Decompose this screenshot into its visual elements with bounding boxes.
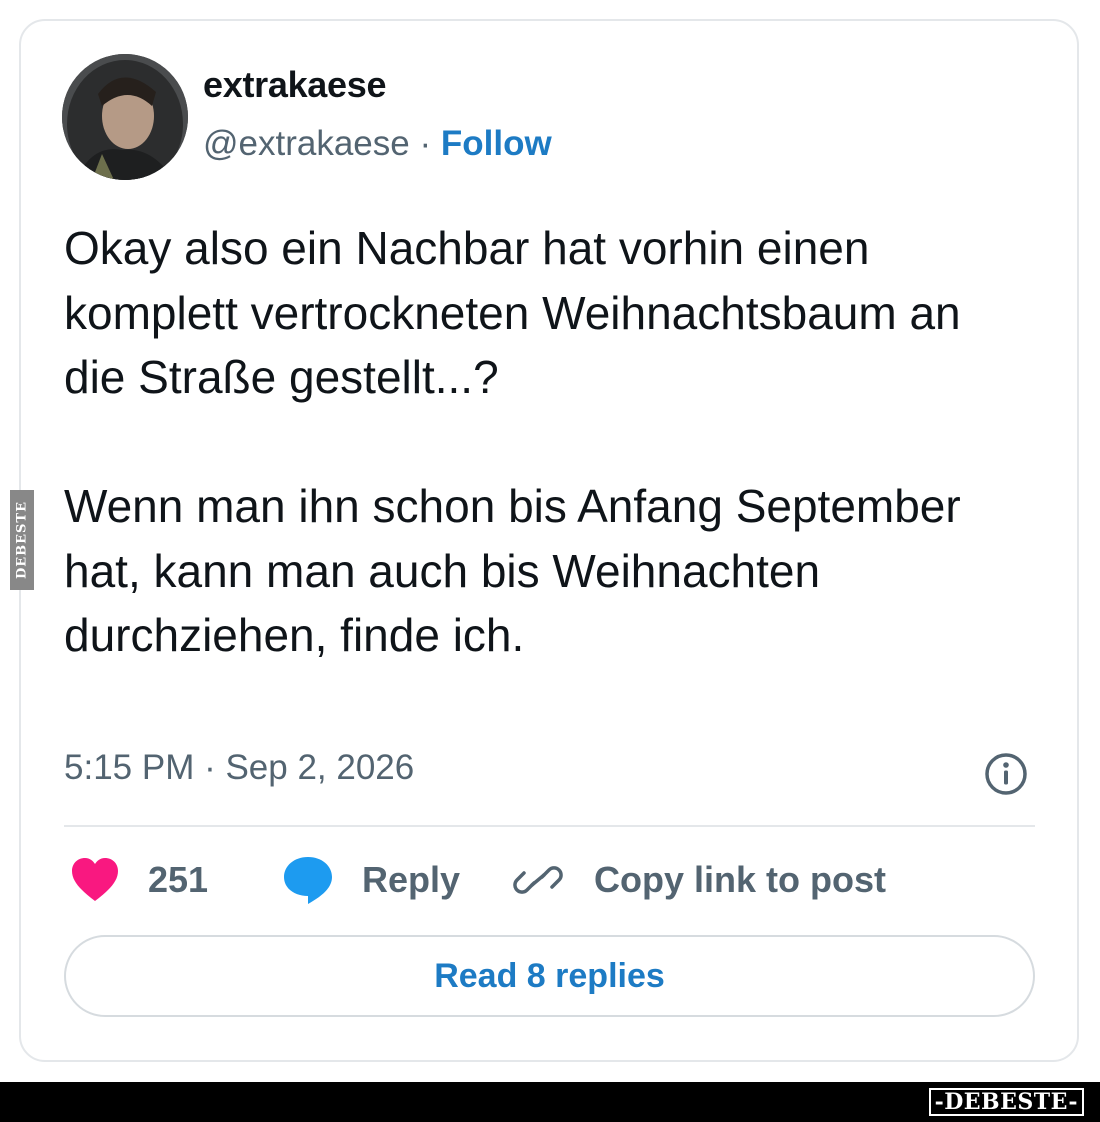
tweet-paragraph: Wenn man ihn schon bis Anfang September … [64,480,961,661]
tweet-text: Okay also ein Nachbar hat vorhin einen k… [64,216,1024,668]
like-button[interactable]: 251 [70,852,208,908]
divider [64,825,1035,827]
info-icon[interactable] [983,751,1029,797]
side-watermark: DEBESTE [10,490,34,590]
read-replies-button[interactable]: Read 8 replies [64,935,1035,1017]
handle-row: @extrakaese · Follow [203,124,552,164]
speech-bubble-icon [282,855,334,905]
copy-link-label: Copy link to post [594,859,886,900]
side-watermark-text: DEBESTE [14,500,30,580]
display-name[interactable]: extrakaese [203,64,386,106]
tweet-paragraph: Okay also ein Nachbar hat vorhin einen k… [64,222,961,403]
like-count: 251 [148,859,209,900]
avatar[interactable] [62,54,188,180]
user-handle[interactable]: @extrakaese [203,124,410,163]
copy-link-button[interactable]: Copy link to post [512,852,886,908]
follow-button[interactable]: Follow [441,124,552,163]
bottom-banner: -DEBESTE- [0,1082,1100,1122]
handle-separator: · [419,124,432,163]
tweet-timestamp[interactable]: 5:15 PM · Sep 2, 2026 [64,748,414,788]
site-logo: -DEBESTE- [928,1088,1084,1116]
link-icon [512,856,564,904]
reply-button[interactable]: Reply [282,852,460,908]
reply-label: Reply [362,859,461,900]
heart-icon [70,857,120,903]
